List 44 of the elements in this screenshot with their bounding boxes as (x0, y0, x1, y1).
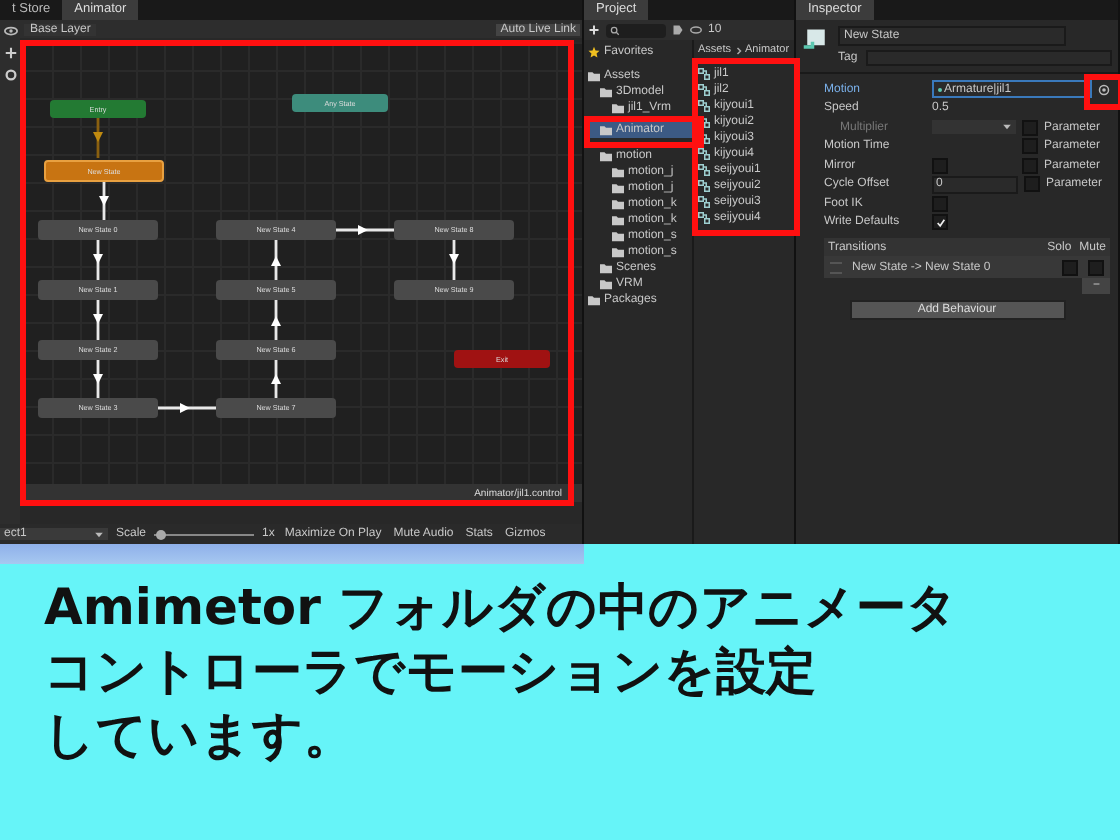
controller-icon (698, 196, 710, 208)
plus-icon[interactable] (588, 24, 600, 36)
transition-arrow (93, 300, 103, 340)
controller-icon (698, 148, 710, 160)
object-picker-icon[interactable] (1098, 83, 1110, 96)
controller-icon (698, 132, 710, 144)
checkbox[interactable] (932, 214, 948, 231)
transition-arrow (271, 240, 281, 280)
check-icon (935, 217, 945, 228)
caption-text: コントローラでモーションを設定 (44, 640, 816, 704)
controller-icon (698, 100, 710, 112)
transition-arrow (449, 240, 459, 280)
transition-arrow (271, 300, 281, 340)
controller-icon (698, 212, 710, 224)
chevron-icon (735, 45, 742, 55)
transition-arrow (93, 240, 103, 280)
caption-text: しています。 (44, 704, 354, 768)
caption-text: Amimetor フォルダの中のアニメータ (44, 576, 959, 640)
mute-checkbox[interactable] (1088, 259, 1104, 275)
controller-icon (698, 68, 710, 80)
plus-icon[interactable] (3, 46, 17, 60)
search-field[interactable] (606, 23, 666, 37)
search-icon (610, 25, 620, 35)
transition-arrow (93, 360, 103, 400)
controller-icon (698, 164, 710, 176)
transition-arrow (99, 182, 109, 222)
solo-checkbox[interactable] (1062, 259, 1078, 275)
eye-icon[interactable] (690, 24, 702, 36)
transition-arrow (336, 225, 394, 235)
transition-arrow (93, 118, 103, 158)
controller-icon (698, 180, 710, 192)
transition-arrow (271, 358, 281, 398)
gear-icon[interactable] (3, 68, 17, 82)
eye-icon[interactable] (3, 24, 17, 38)
state-icon (802, 26, 830, 54)
star-icon (588, 46, 600, 58)
highlight-frame (1084, 74, 1120, 110)
controller-icon (698, 116, 710, 128)
tag-icon[interactable] (672, 24, 684, 36)
checkbox[interactable] (932, 195, 948, 212)
caret-icon (94, 531, 104, 537)
controller-icon (698, 84, 710, 96)
caret-icon (1002, 124, 1012, 131)
transition-arrow (158, 403, 216, 413)
